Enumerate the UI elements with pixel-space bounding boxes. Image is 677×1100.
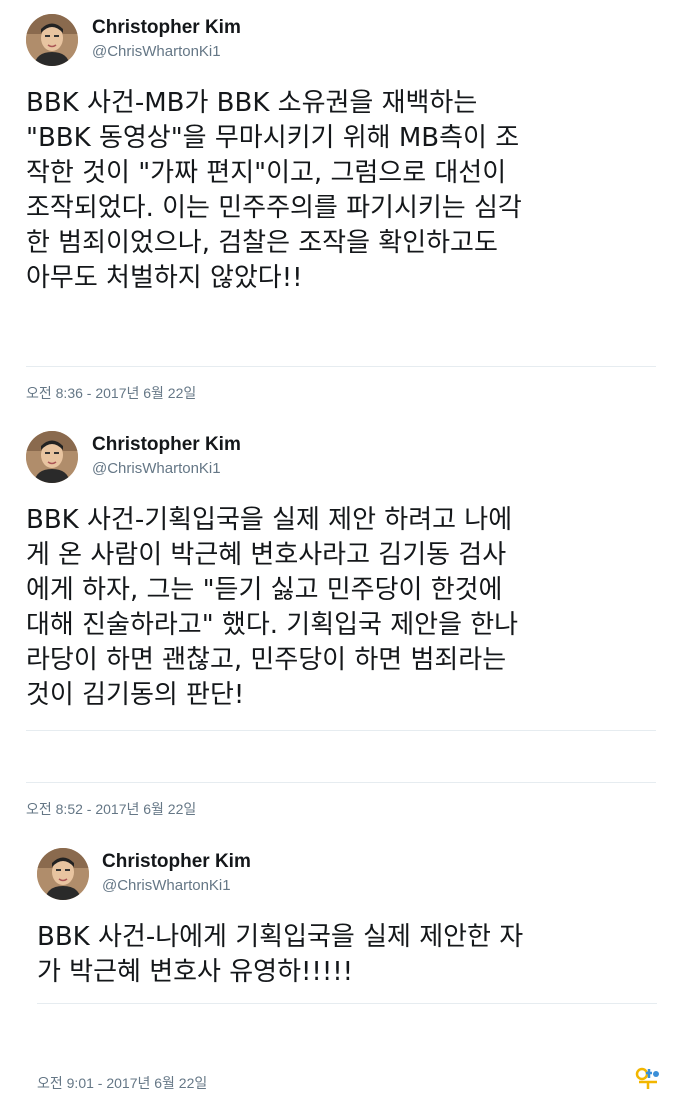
avatar[interactable] <box>37 848 89 900</box>
tweet-text: BBK 사건-나에게 기획입국을 실제 제안한 자 가 박근혜 변호사 유영하!… <box>37 922 524 987</box>
author-name[interactable]: Christopher Kim <box>92 17 241 39</box>
avatar[interactable] <box>26 431 78 483</box>
avatar[interactable] <box>26 14 78 66</box>
divider <box>26 730 656 731</box>
tweet-timestamp[interactable]: 오전 9:01 - 2017년 6월 22일 <box>37 1073 207 1093</box>
profile-photo-icon <box>37 848 89 900</box>
author-name[interactable]: Christopher Kim <box>102 851 251 873</box>
divider <box>26 366 656 367</box>
profile-photo-icon <box>26 431 78 483</box>
author-handle[interactable]: @ChrisWhartonKi1 <box>92 43 221 60</box>
author-handle[interactable]: @ChrisWhartonKi1 <box>102 877 231 894</box>
tweet-timestamp[interactable]: 오전 8:36 - 2017년 6월 22일 <box>26 383 196 403</box>
tweet-timestamp[interactable]: 오전 8:52 - 2017년 6월 22일 <box>26 799 196 819</box>
yellow-logo-icon <box>635 1066 661 1090</box>
author-name[interactable]: Christopher Kim <box>92 434 241 456</box>
tweet-text: BBK 사건-기획입국을 실제 제안 하려고 나에 게 온 사람이 박근혜 변호… <box>26 505 519 710</box>
divider <box>37 1003 657 1004</box>
profile-photo-icon <box>26 14 78 66</box>
tweet-text: BBK 사건-MB가 BBK 소유권을 재백하는 "BBK 동영상"을 무마시키… <box>26 88 522 293</box>
author-handle[interactable]: @ChrisWhartonKi1 <box>92 460 221 477</box>
divider <box>26 782 656 783</box>
